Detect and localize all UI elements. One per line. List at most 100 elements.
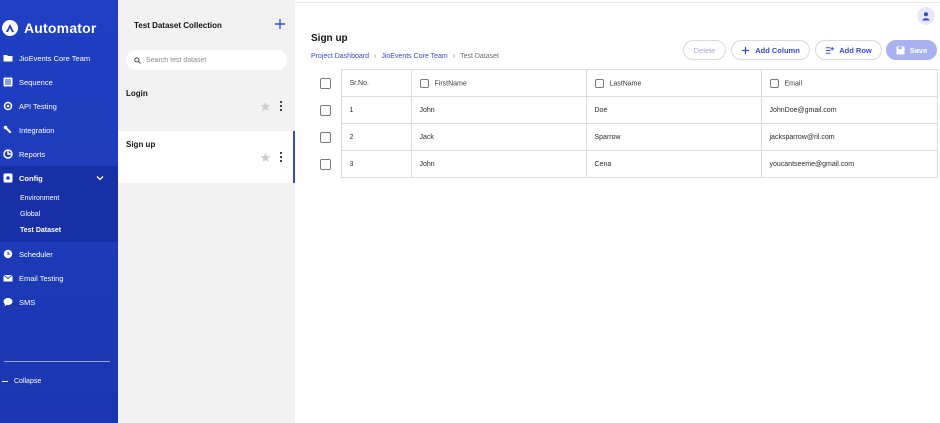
add-column-label: Add Column [755,45,800,55]
dataset-item-signup[interactable]: Sign up [118,131,295,183]
dataset-panel-header: Test Dataset Collection [118,0,295,44]
sidebar-item-label: Scheduler [19,249,53,259]
column-header-srno: Sr.No. [340,69,412,97]
cell-email[interactable]: youcantseeme@gmail.com [760,150,938,178]
breadcrumb: Project Dashboard › JioEvents Core Team … [311,53,499,60]
sidebar-item-label: Sequence [19,77,53,87]
search-icon [134,56,141,64]
column-checkbox[interactable] [594,78,604,88]
row-checkbox[interactable] [320,104,332,116]
dataset-item-name: Login [126,89,148,98]
brand[interactable]: Automator [2,18,97,38]
cell-firstname[interactable]: John [410,96,587,124]
config-icon [3,173,13,183]
reports-icon [3,149,13,159]
automator-logo-icon [2,20,18,36]
more-vertical-icon[interactable] [277,100,285,112]
collapse-icon [2,380,8,383]
top-border [295,2,940,3]
chat-icon [3,297,13,307]
sidebar-item-label: SMS [19,297,36,307]
breadcrumb-project-dashboard[interactable]: Project Dashboard [311,53,369,60]
row-select-cell [311,124,341,151]
row-checkbox[interactable] [320,158,332,170]
search-input[interactable] [146,56,276,64]
brand-name: Automator [24,20,97,36]
cell-srno: 3 [340,150,412,178]
sidebar-item-config[interactable]: Config [0,166,118,190]
chevron-down-icon[interactable] [96,174,104,182]
row-select-cell [311,151,341,178]
star-icon[interactable] [260,152,271,163]
sidebar-item-api-testing[interactable]: API Testing [0,94,118,118]
app-root: Automator JioEvents Core Team Sequence A… [0,0,940,423]
row-checkbox[interactable] [320,131,332,143]
save-button[interactable]: Save [886,40,937,60]
sidebar: Automator JioEvents Core Team Sequence A… [0,0,118,423]
sidebar-item-label: JioEvents Core Team [19,53,91,63]
column-header-firstname[interactable]: FirstName [410,69,587,97]
sidebar-divider [4,361,110,362]
dataset-table: Sr.No. FirstName LastName Email 1 John D… [311,69,938,178]
search-field[interactable] [126,50,287,70]
cell-email[interactable]: JohnDoe@gmail.com [760,96,938,124]
column-header-label: LastName [609,79,642,87]
cell-firstname[interactable]: Jack [410,123,587,151]
sidebar-item-label: Email Testing [19,273,64,283]
column-checkbox[interactable] [769,78,779,88]
cell-email[interactable]: jacksparrow@ril.com [760,123,938,151]
column-header-label: Email [784,79,803,87]
dataset-item-name: Sign up [126,140,156,149]
sidebar-item-jioevents[interactable]: JioEvents Core Team [0,46,118,70]
add-row-icon [826,46,835,54]
row-select-cell [311,97,341,124]
user-avatar[interactable] [917,7,935,25]
wrench-icon [3,125,13,135]
add-dataset-icon[interactable] [274,18,286,30]
sidebar-subitem-environment[interactable]: Environment [0,190,118,206]
clock-icon [3,249,13,259]
add-column-button[interactable]: Add Column [731,40,810,60]
sidebar-item-label: Reports [19,149,46,159]
cell-lastname[interactable]: Sparrow [585,123,762,151]
column-header-lastname[interactable]: LastName [585,69,762,97]
column-header-email[interactable]: Email [760,69,938,97]
cell-firstname[interactable]: John [410,150,587,178]
sidebar-item-email-testing[interactable]: Email Testing [0,266,118,290]
sidebar-item-scheduler[interactable]: Scheduler [0,242,118,266]
cell-lastname[interactable]: Cena [585,150,762,178]
breadcrumb-team[interactable]: JioEvents Core Team [381,53,447,60]
sidebar-item-sms[interactable]: SMS [0,290,118,314]
sidebar-item-integration[interactable]: Integration [0,118,118,142]
sidebar-item-reports[interactable]: Reports [0,142,118,166]
sidebar-item-label: Config [19,173,43,183]
sidebar-item-label: API Testing [19,101,57,111]
dataset-item-login[interactable]: Login [118,80,295,132]
select-all-checkbox[interactable] [320,77,332,89]
column-checkbox[interactable] [419,78,429,88]
more-vertical-icon[interactable] [277,151,285,163]
delete-button-label: Delete [693,45,716,55]
add-row-button[interactable]: Add Row [815,40,882,60]
cell-srno: 1 [340,96,412,124]
mail-icon [3,273,13,283]
delete-button[interactable]: Delete [683,40,726,60]
table-row: 3 John Cena youcantseeme@gmail.com [311,150,938,178]
column-header-label: FirstName [434,79,467,87]
star-icon[interactable] [260,101,271,112]
add-row-label: Add Row [839,45,872,55]
sidebar-subitem-global[interactable]: Global [0,206,118,222]
api-icon [3,101,13,111]
page-title: Sign up [311,33,348,44]
table-row: 2 Jack Sparrow jacksparrow@ril.com [311,123,938,151]
table-header-row: Sr.No. FirstName LastName Email [311,69,938,97]
config-group: Config Environment Global Test Dataset [0,166,118,242]
breadcrumb-separator-icon: › [373,53,377,60]
sidebar-subitem-test-dataset[interactable]: Test Dataset [0,222,118,238]
select-all-cell [311,70,341,97]
save-label: Save [909,45,928,55]
folder-icon [3,53,13,63]
collapse-button[interactable]: Collapse [2,378,41,385]
sidebar-item-sequence[interactable]: Sequence [0,70,118,94]
cell-lastname[interactable]: Doe [585,96,762,124]
